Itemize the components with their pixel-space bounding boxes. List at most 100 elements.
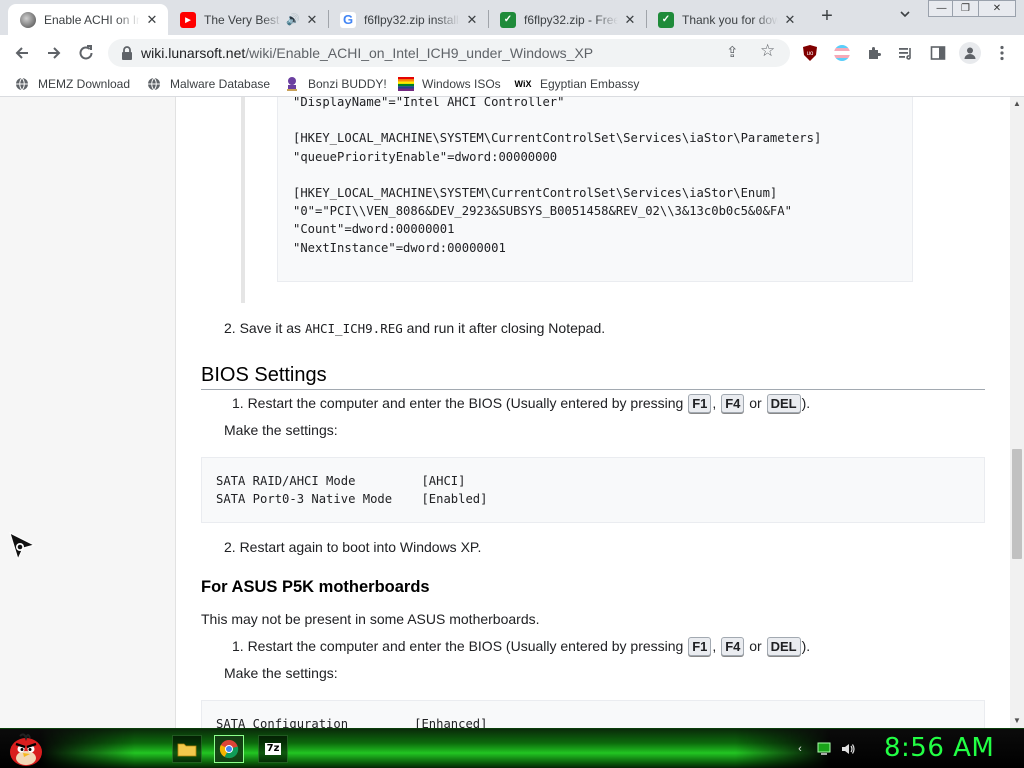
close-icon[interactable]: ✕	[304, 12, 320, 28]
tab-search-chevron-icon[interactable]	[896, 8, 914, 26]
asus-p5k-heading: For ASUS P5K motherboards	[201, 578, 430, 596]
google-icon: G	[340, 11, 356, 28]
asus-settings-code-block: SATA Configuration [Enhanced]	[201, 700, 985, 728]
close-window-button[interactable]: ✕	[978, 0, 1016, 17]
globe-icon	[14, 76, 30, 92]
bookmark-bonzi-buddy[interactable]: Bonzi BUDDY!	[284, 75, 387, 93]
restart-again-step: 2. Restart again to boot into Windows XP…	[224, 539, 482, 555]
side-panel-icon[interactable]	[929, 44, 947, 62]
speaker-icon[interactable]: 🔊	[286, 13, 300, 26]
make-settings-label: Make the settings:	[224, 422, 338, 438]
tab-f6flpy32-installation[interactable]: G f6flpy32.zip installation ✕	[328, 4, 488, 35]
bookmark-windows-isos[interactable]: Windows ISOs	[398, 75, 501, 93]
browser-toolbar: wiki.lunarsoft.net/wiki/Enable_ACHI_on_I…	[0, 35, 1024, 71]
url-path: /wiki/Enable_ACHI_on_Intel_ICH9_under_Wi…	[245, 45, 594, 61]
lunarsoft-icon	[20, 11, 36, 28]
asus-make-settings-label: Make the settings:	[224, 665, 338, 681]
url-text[interactable]: wiki.lunarsoft.net/wiki/Enable_ACHI_on_I…	[141, 45, 593, 61]
tab-title: The Very Best	[204, 12, 280, 27]
start-angry-bird-icon[interactable]	[6, 730, 46, 768]
menu-kebab-icon[interactable]	[993, 44, 1011, 62]
bookmark-malware-database[interactable]: Malware Database	[146, 75, 270, 93]
chrome-icon[interactable]	[214, 735, 244, 763]
sep: or	[745, 395, 766, 411]
key-f1: F1	[688, 394, 712, 413]
save-step: 2. Save it as AHCI_ICH9.REG and run it a…	[224, 320, 605, 336]
bookmark-label: Egyptian Embassy	[540, 77, 640, 91]
share-icon[interactable]: ⇪	[726, 43, 739, 61]
new-tab-button[interactable]: +	[816, 6, 838, 28]
sep: ,	[712, 395, 721, 411]
save-step-suffix: and run it after closing Notepad.	[402, 320, 606, 336]
media-control-icon[interactable]	[897, 44, 915, 62]
url-host: wiki.lunarsoft.net	[141, 45, 246, 61]
bookmark-egyptian-embassy[interactable]: WiX Egyptian Embassy	[514, 75, 640, 93]
lock-icon[interactable]	[120, 45, 134, 61]
tray-arrow-icon[interactable]: ‹	[792, 742, 808, 756]
globe-icon	[146, 76, 162, 92]
volume-icon[interactable]	[840, 742, 856, 756]
minimize-button[interactable]: —	[928, 0, 955, 17]
green-check-icon: ✓	[500, 11, 516, 28]
bookmarks-bar: MEMZ Download Malware Database Bonzi BUD…	[0, 71, 1024, 97]
svg-text:uo: uo	[807, 51, 814, 57]
sep: ,	[712, 638, 721, 654]
bios-settings-code-block: SATA RAID/AHCI Mode [AHCI] SATA Port0-3 …	[201, 457, 985, 523]
tab-title: Enable ACHI on Intel ICH9 under Windows …	[44, 12, 140, 27]
extensions-puzzle-icon[interactable]	[865, 44, 883, 62]
7zip-label: 7z	[264, 743, 282, 755]
back-arrow-icon[interactable]	[10, 41, 34, 65]
bios-restart-step: 1. Restart the computer and enter the BI…	[232, 394, 810, 413]
bookmark-label: Bonzi BUDDY!	[308, 77, 387, 91]
taskbar-glow	[40, 729, 830, 768]
scrollbar-thumb[interactable]	[1012, 449, 1022, 559]
restart-step-suffix: ).	[801, 638, 811, 654]
7zip-icon[interactable]: 7z	[258, 735, 288, 763]
forward-arrow-icon[interactable]	[42, 41, 66, 65]
tab-thank-you[interactable]: ✓ Thank you for downloading ✕	[646, 4, 806, 35]
page-scrollbar[interactable]: ▲ ▼	[1010, 97, 1024, 728]
key-del: DEL	[766, 394, 801, 413]
close-icon[interactable]: ✕	[782, 12, 798, 28]
sep: or	[745, 638, 766, 654]
save-step-prefix: 2. Save it as	[224, 320, 305, 336]
tab-f6flpy32-free[interactable]: ✓ f6flpy32.zip - Free download ✕	[488, 4, 646, 35]
asus-restart-step: 1. Restart the computer and enter the BI…	[232, 637, 810, 656]
rainbow-flag-icon	[398, 76, 414, 92]
restart-step-suffix: ).	[801, 395, 811, 411]
scroll-up-arrow-icon[interactable]: ▲	[1010, 97, 1024, 111]
registry-code-block: "DisplayName"="Intel AHCI Controller" [H…	[277, 97, 913, 282]
trans-flag-extension-icon[interactable]	[833, 44, 851, 62]
close-icon[interactable]: ✕	[622, 12, 638, 28]
bookmark-label: Malware Database	[170, 77, 271, 91]
youtube-icon: ▶	[180, 11, 196, 28]
tab-the-very-best[interactable]: ▶ The Very Best 🔊 ✕	[168, 4, 328, 35]
restart-step-prefix: 1. Restart the computer and enter the BI…	[232, 638, 688, 654]
bonzi-icon	[284, 76, 300, 92]
key-f4: F4	[721, 637, 745, 656]
profile-avatar-icon[interactable]	[959, 42, 981, 64]
indent-bar	[241, 97, 245, 303]
bookmark-memz-download[interactable]: MEMZ Download	[14, 75, 130, 93]
file-explorer-icon[interactable]	[172, 735, 202, 763]
tab-enable-achi[interactable]: Enable ACHI on Intel ICH9 under Windows …	[8, 4, 168, 35]
taskbar-clock[interactable]: 8:56 AM	[884, 733, 994, 763]
bookmark-star-icon[interactable]: ☆	[760, 41, 775, 61]
close-icon[interactable]: ✕	[464, 12, 480, 28]
reload-icon[interactable]	[74, 41, 98, 65]
tab-title: f6flpy32.zip installation	[364, 12, 460, 27]
scroll-down-arrow-icon[interactable]: ▼	[1010, 714, 1024, 728]
key-del: DEL	[766, 637, 801, 656]
bookmark-label: Windows ISOs	[422, 77, 501, 91]
key-f1: F1	[688, 637, 712, 656]
mouse-cursor-icon	[8, 531, 38, 561]
ublock-icon[interactable]: uo	[801, 44, 819, 62]
network-icon[interactable]	[816, 742, 832, 756]
address-bar[interactable]: wiki.lunarsoft.net/wiki/Enable_ACHI_on_I…	[108, 39, 790, 67]
taskbar: 7z ‹ 8:56 AM	[0, 728, 1024, 768]
restore-button[interactable]: ❐	[952, 0, 979, 17]
wix-icon: WiX	[514, 79, 532, 89]
close-icon[interactable]: ✕	[144, 12, 160, 28]
bios-settings-heading: BIOS Settings	[201, 364, 985, 390]
save-step-filename: AHCI_ICH9.REG	[304, 321, 403, 336]
